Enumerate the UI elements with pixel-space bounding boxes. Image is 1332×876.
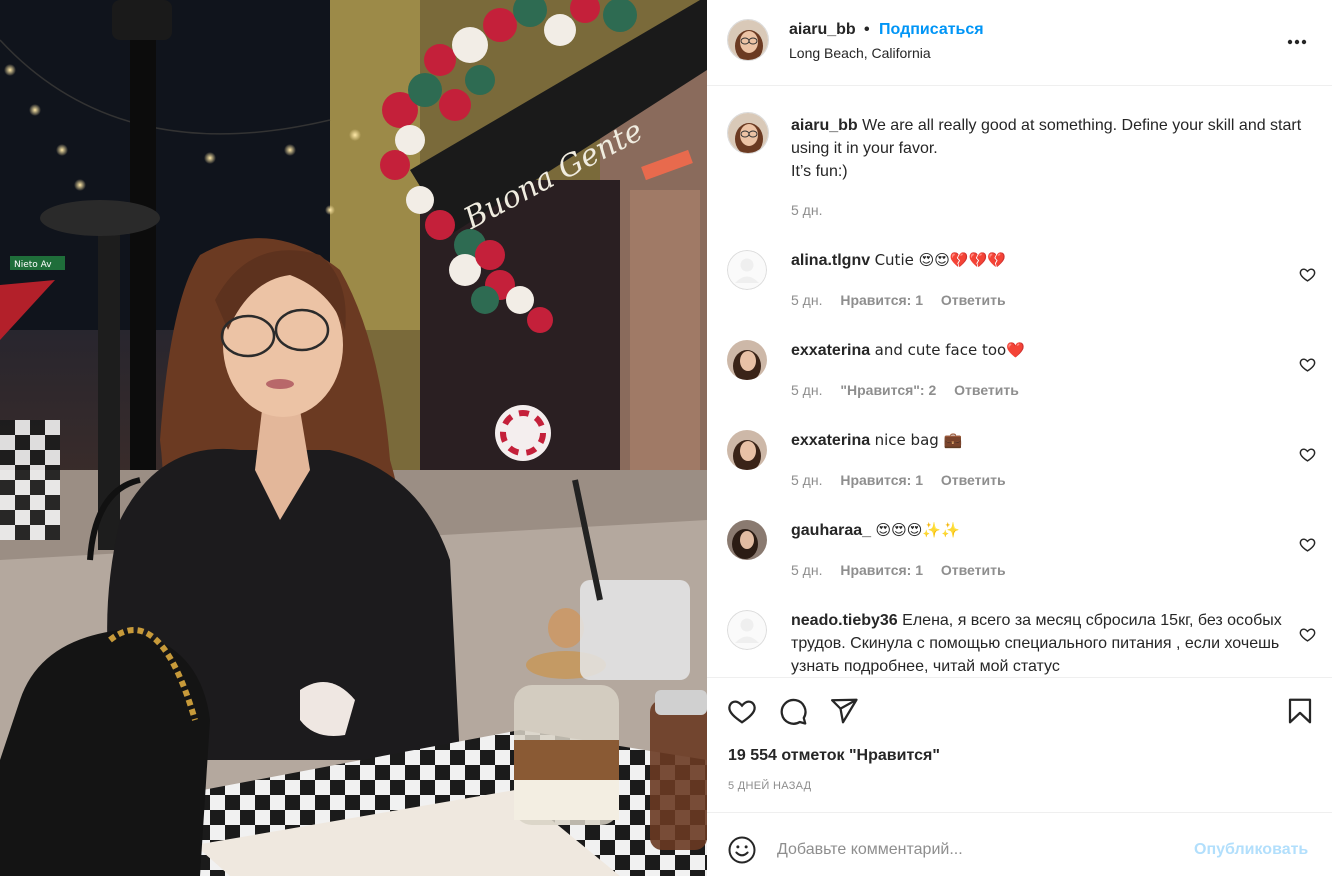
comment-likes[interactable]: Нравится: 1 <box>840 562 923 578</box>
comment-avatar[interactable] <box>727 250 767 290</box>
comment-meta: 5 дн. Нравится: 1 Ответить <box>791 562 1020 578</box>
share-icon[interactable] <box>829 696 859 726</box>
comments-list[interactable]: aiaru_bb We are all really good at somet… <box>707 87 1332 677</box>
comment-username[interactable]: exxaterina <box>791 432 870 449</box>
post-photo[interactable]: Buona Gente Nieto Av <box>0 0 707 876</box>
comment-input[interactable] <box>777 835 1177 865</box>
post-actions: 19 554 отметок "Нравится" 5 ДНЕЙ НАЗАД О… <box>707 677 1332 876</box>
comment-time[interactable]: 5 дн. <box>791 382 822 398</box>
comment-username[interactable]: alina.tlgnv <box>791 252 870 269</box>
post-side-panel: aiaru_bb • Подписаться Long Beach, Calif… <box>707 0 1332 876</box>
comment-meta: 5 дн. Нравится: 1 Ответить <box>791 472 1020 488</box>
comment-body: and cute face too❤️ <box>874 341 1025 359</box>
street-sign-text: Nieto Av <box>14 260 52 270</box>
comment-time[interactable]: 5 дн. <box>791 562 822 578</box>
post-location[interactable]: Long Beach, California <box>789 45 931 61</box>
caption-avatar[interactable] <box>727 112 769 154</box>
comment-text: neado.tieby36 Елена, я всего за месяц сб… <box>791 609 1311 677</box>
comment-meta: 5 дн. "Нравится": 2 Ответить <box>791 382 1033 398</box>
comment-time[interactable]: 5 дн. <box>791 292 822 308</box>
post-header: aiaru_bb • Подписаться Long Beach, Calif… <box>707 0 1332 86</box>
comment-body: nice bag 💼 <box>874 431 963 449</box>
separator-dot: • <box>864 21 870 38</box>
bookmark-icon[interactable] <box>1285 696 1315 726</box>
smile-icon[interactable] <box>727 835 757 865</box>
post-date[interactable]: 5 ДНЕЙ НАЗАД <box>728 780 811 792</box>
comment-icon[interactable] <box>778 696 808 726</box>
comment-text: gauharaa_ 😍😍😍✨✨ <box>791 519 1311 542</box>
follow-button[interactable]: Подписаться <box>879 21 984 39</box>
comment-text: alina.tlgnv Cutie 😍😍💔💔💔 <box>791 249 1311 272</box>
caption-body-line2: It’s fun:) <box>791 163 848 180</box>
publish-button[interactable]: Опубликовать <box>1194 841 1308 859</box>
heart-icon[interactable] <box>727 696 757 726</box>
comment-body: Cutie 😍😍💔💔💔 <box>874 251 1006 269</box>
comment-like-icon[interactable] <box>1299 446 1316 463</box>
caption-body: We are all really good at something. Def… <box>791 117 1302 157</box>
comment-likes[interactable]: "Нравится": 2 <box>840 382 936 398</box>
author-username[interactable]: aiaru_bb <box>789 21 856 39</box>
comment-username[interactable]: exxaterina <box>791 342 870 359</box>
more-options-icon[interactable] <box>1283 28 1311 56</box>
comment-likes[interactable]: Нравится: 1 <box>840 292 923 308</box>
comment-likes[interactable]: Нравится: 1 <box>840 472 923 488</box>
caption-meta: 5 дн. <box>791 202 836 218</box>
likes-count[interactable]: 19 554 отметок "Нравится" <box>728 747 940 765</box>
reply-button[interactable]: Ответить <box>954 382 1019 398</box>
comment-like-icon[interactable] <box>1299 536 1316 553</box>
author-avatar[interactable] <box>727 19 769 61</box>
comment-meta: 5 дн. Нравится: 1 Ответить <box>791 292 1020 308</box>
comment-like-icon[interactable] <box>1299 356 1316 373</box>
reply-button[interactable]: Ответить <box>941 472 1006 488</box>
comment-avatar[interactable] <box>727 520 767 560</box>
comment-text: exxaterina and cute face too❤️ <box>791 339 1311 362</box>
comment-avatar[interactable] <box>727 610 767 650</box>
comment-text: exxaterina nice bag 💼 <box>791 429 1311 452</box>
author-avatar-image <box>728 20 768 60</box>
add-comment-row: Опубликовать <box>707 812 1332 876</box>
comment-like-icon[interactable] <box>1299 626 1316 643</box>
comment-avatar[interactable] <box>727 340 767 380</box>
reply-button[interactable]: Ответить <box>941 292 1006 308</box>
reply-button[interactable]: Ответить <box>941 562 1006 578</box>
comment-username[interactable]: gauharaa_ <box>791 522 871 539</box>
comment-time[interactable]: 5 дн. <box>791 472 822 488</box>
caption-text: aiaru_bb We are all really good at somet… <box>791 114 1311 183</box>
post-photo-illustration: Buona Gente Nieto Av <box>0 0 707 876</box>
comment-avatar[interactable] <box>727 430 767 470</box>
caption-time[interactable]: 5 дн. <box>791 202 822 218</box>
comment-body: 😍😍😍✨✨ <box>875 521 960 539</box>
comment-like-icon[interactable] <box>1299 266 1316 283</box>
caption-username[interactable]: aiaru_bb <box>791 117 858 134</box>
comment-username[interactable]: neado.tieby36 <box>791 612 898 629</box>
